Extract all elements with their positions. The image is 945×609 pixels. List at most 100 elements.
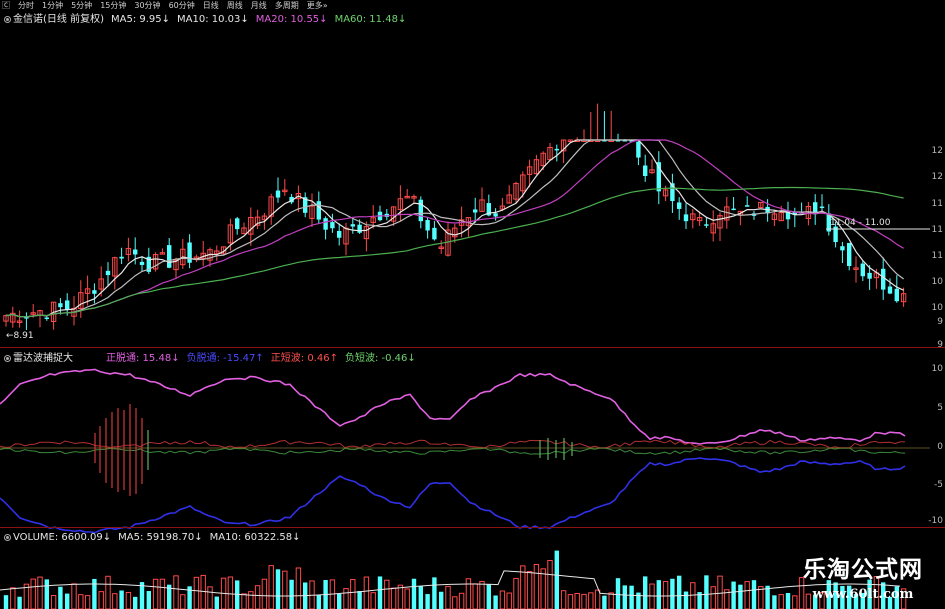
watermark-title: 乐淘公式网 xyxy=(803,556,923,583)
candle-down xyxy=(92,290,97,294)
candle-down xyxy=(167,245,172,268)
price-axis-label: 12 xyxy=(931,172,943,182)
volume-bar-down xyxy=(751,580,757,609)
volume-bar-up xyxy=(662,580,669,609)
candle-down xyxy=(881,268,886,290)
candle-down xyxy=(235,218,240,230)
volume-bar-up xyxy=(78,594,84,609)
volume-bar-up xyxy=(560,590,567,609)
candle-down xyxy=(473,209,478,213)
volume-bar-up xyxy=(173,575,179,609)
volume-bar-up xyxy=(37,576,43,609)
candle-down xyxy=(58,303,63,308)
volume-bar-up xyxy=(567,594,574,609)
volume-bar-up xyxy=(254,585,261,609)
volume-bar-up xyxy=(384,579,390,609)
candle-down xyxy=(187,242,192,263)
volume-bar-up xyxy=(390,587,397,609)
watermark-url: www.60lt.com xyxy=(812,587,914,602)
price-axis-label: 11 xyxy=(931,251,943,261)
volume-bar-up xyxy=(499,590,506,609)
down-arrow-icon: ↓ xyxy=(240,14,249,25)
volume-bar-down xyxy=(214,596,219,609)
settings-circle-icon xyxy=(4,15,11,23)
volume-bar-down xyxy=(44,579,49,609)
main-legend: 金信诺(日线 前复权) MA5: 9.95↓ MA10: 10.03↓ MA20… xyxy=(4,13,406,26)
candle-down xyxy=(133,249,138,255)
volume-bar-up xyxy=(588,592,594,609)
candle-down xyxy=(493,213,498,217)
volume-bar-up xyxy=(533,564,540,609)
volume-bar-down xyxy=(432,577,437,609)
main-legend-title[interactable]: 金信诺(日线 前复权) xyxy=(4,13,104,26)
volume-bar-up xyxy=(159,578,166,609)
pos-channel-label: 正脱通: 15.48↓ xyxy=(106,353,180,364)
volume-bar-up xyxy=(744,581,750,609)
site-watermark: 乐淘公式网 www.60lt.com xyxy=(803,557,923,603)
candle-down xyxy=(745,205,750,207)
kline-chart-canvas[interactable] xyxy=(0,0,945,609)
candle-down xyxy=(139,261,145,265)
volume-bar-up xyxy=(594,589,601,609)
volume-bar-up xyxy=(649,583,655,609)
volume-bar-up xyxy=(540,568,546,609)
ma60-line xyxy=(5,186,904,318)
volume-bar-up xyxy=(370,592,376,609)
volume-bar-up xyxy=(50,594,57,609)
volume-bar-up xyxy=(241,593,247,609)
volume-bar-up xyxy=(350,579,356,609)
volume-bar-up xyxy=(200,574,206,609)
volume-bar-up xyxy=(261,578,268,609)
radar-axis-label: -5 xyxy=(934,480,943,490)
candle-down xyxy=(323,218,328,230)
volume-bar-down xyxy=(704,575,709,609)
candle-down xyxy=(418,199,423,222)
volume-bar-down xyxy=(418,585,423,609)
volume-bar-down xyxy=(772,595,777,609)
candle-down xyxy=(840,246,845,251)
volume-bar-down xyxy=(425,594,430,609)
volume-bar-down xyxy=(554,550,559,609)
price-axis-label: 9 xyxy=(937,340,943,350)
volume-bar-up xyxy=(792,595,798,609)
price-axis-label: 11 xyxy=(931,199,943,209)
radar-axis-label: 5 xyxy=(937,403,943,413)
down-arrow-icon: ↓ xyxy=(194,532,203,543)
candle-down xyxy=(65,300,70,310)
candle-down xyxy=(677,202,682,209)
volume-bar-up xyxy=(343,588,349,609)
volume-bar-down xyxy=(643,576,648,609)
candle-down xyxy=(819,206,825,209)
price-axis-label: 10 xyxy=(931,277,943,287)
volume-bar-up xyxy=(268,565,274,609)
volume-bar-up xyxy=(445,585,451,609)
volume-bar-up xyxy=(125,591,132,609)
candle-down xyxy=(731,208,736,211)
volume-bar-down xyxy=(670,578,675,609)
candle-down xyxy=(867,272,872,279)
volume-bar-up xyxy=(710,586,716,609)
candle-down xyxy=(643,165,648,176)
volume-bar-down xyxy=(493,595,498,609)
candle-down xyxy=(337,230,342,238)
volume-bar-up xyxy=(479,580,485,609)
volume-bar-down xyxy=(133,596,138,609)
volume-bar-up xyxy=(84,595,91,609)
volume-bar-down xyxy=(357,591,362,609)
radar-legend-title[interactable]: 雷达波捕捉大 xyxy=(4,352,73,365)
volume-bar-down xyxy=(92,578,97,609)
volume-bar-down xyxy=(629,585,634,609)
volume-bar-down xyxy=(316,594,321,609)
volume-bar-up xyxy=(363,576,370,609)
volume-legend-title[interactable]: VOLUME: 6600.09↓ xyxy=(4,531,111,544)
neg-wave-label: 负短波: -0.46↓ xyxy=(344,353,416,364)
vol-ma10-label: MA10: 60322.58↓ xyxy=(209,532,301,543)
volume-bar-up xyxy=(105,575,111,609)
volume-bar-up xyxy=(404,588,410,609)
volume-bar-up xyxy=(458,592,465,609)
low-price-label: ←8.91 xyxy=(6,331,34,341)
price-axis-label: 9 xyxy=(937,317,943,327)
volume-bar-down xyxy=(3,595,9,609)
down-arrow-icon: ↓ xyxy=(161,14,171,25)
ma10-label: MA10: 10.03↓ xyxy=(177,14,249,25)
